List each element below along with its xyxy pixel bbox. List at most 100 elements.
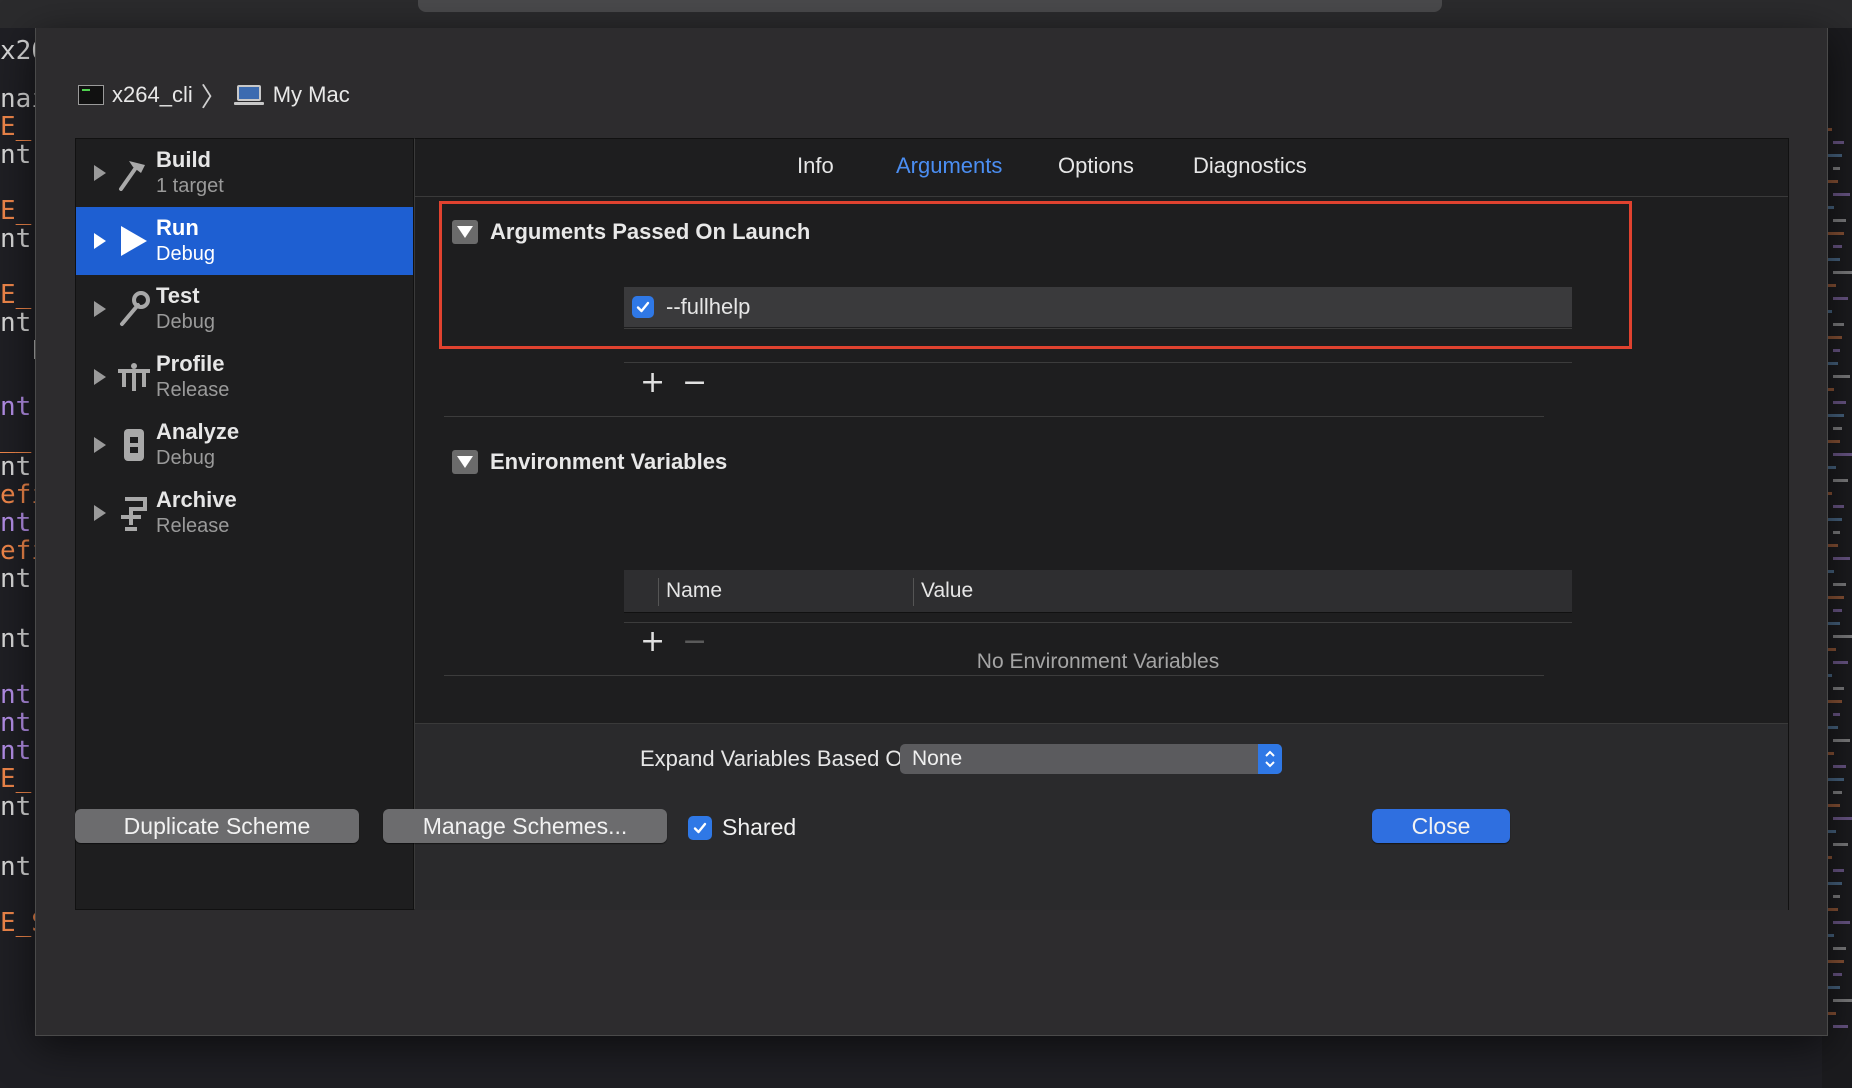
- minimap-tick: [1833, 869, 1844, 872]
- minimap-tick: [1833, 973, 1842, 976]
- shared-checkbox[interactable]: [688, 815, 712, 840]
- breadcrumb-scheme[interactable]: x264_cli: [112, 82, 193, 108]
- disclosure-triangle-icon[interactable]: [94, 505, 106, 521]
- minimap-tick: [1826, 804, 1840, 807]
- background-code-line: nt: [0, 736, 32, 766]
- action-run[interactable]: Run Debug: [76, 207, 413, 275]
- action-sub: Debug: [156, 447, 215, 469]
- breadcrumb-separator: 〉: [200, 81, 227, 112]
- column-header-value[interactable]: Value: [921, 579, 973, 603]
- hammer-icon: [116, 153, 152, 193]
- minimap-tick: [1833, 453, 1852, 456]
- empty-state-text: No Environment Variables: [976, 650, 1220, 673]
- divider: [444, 416, 1544, 417]
- environment-section-header[interactable]: Environment Variables: [452, 449, 727, 475]
- divider: [624, 622, 1572, 623]
- minimap-tick: [1833, 843, 1848, 846]
- remove-argument-button[interactable]: −: [682, 368, 707, 398]
- disclosure-triangle-icon[interactable]: [94, 301, 106, 317]
- background-code-line: nt: [0, 792, 32, 822]
- tab-options[interactable]: Options: [1058, 153, 1134, 179]
- table-header: Name Value: [624, 570, 1572, 613]
- minimap-tick: [1833, 349, 1840, 352]
- minimap-tick: [1833, 687, 1844, 690]
- action-name: Build: [156, 147, 211, 172]
- minimap-tick: [1833, 583, 1846, 586]
- action-name: Archive: [156, 487, 237, 512]
- select-value: None: [912, 747, 963, 770]
- argument-value[interactable]: --fullhelp: [666, 294, 750, 320]
- minimap-tick: [1826, 596, 1844, 599]
- minimap-tick: [1833, 1025, 1848, 1028]
- minimap-tick: [1833, 401, 1846, 404]
- background-code-line: nt: [0, 852, 32, 882]
- minimap-tick: [1833, 895, 1840, 898]
- minimap-tick: [1833, 193, 1850, 196]
- column-header-name[interactable]: Name: [666, 579, 722, 603]
- disclosure-triangle-icon[interactable]: [94, 233, 106, 249]
- minimap-tick: [1833, 297, 1848, 300]
- action-analyze[interactable]: Analyze Debug: [76, 411, 413, 479]
- background-code-line: nt: [0, 452, 32, 482]
- minimap-tick: [1833, 817, 1852, 820]
- minimap-tick: [1833, 635, 1852, 638]
- action-name: Profile: [156, 351, 225, 376]
- action-profile[interactable]: Profile Release: [76, 343, 413, 411]
- minimap-tick: [1826, 700, 1842, 703]
- action-sub: 1 target: [156, 175, 224, 197]
- action-build[interactable]: Build 1 target: [76, 139, 413, 207]
- background-code-line: E_: [0, 280, 32, 310]
- background-code-line: nt: [0, 308, 32, 338]
- minimap-tick: [1826, 986, 1840, 989]
- tab-diagnostics[interactable]: Diagnostics: [1193, 153, 1307, 179]
- action-name: Run: [156, 215, 199, 240]
- expand-variables-select[interactable]: None: [900, 744, 1282, 774]
- background-code-line: nt: [0, 564, 32, 594]
- argument-row[interactable]: --fullhelp: [624, 287, 1572, 327]
- close-button[interactable]: Close: [1372, 809, 1510, 843]
- add-variable-button[interactable]: +: [640, 627, 665, 657]
- breadcrumb-destination[interactable]: My Mac: [273, 82, 350, 108]
- section-title: Arguments Passed On Launch: [490, 219, 811, 244]
- tab-bar: Info Arguments Options Diagnostics: [415, 139, 1788, 197]
- minimap-tick: [1833, 323, 1844, 326]
- minimap-tick: [1833, 609, 1842, 612]
- updown-chevron-icon: [1258, 744, 1282, 774]
- minimap-tick: [1833, 999, 1852, 1002]
- disclosure-triangle-icon[interactable]: [452, 450, 478, 474]
- disclosure-triangle-icon[interactable]: [94, 165, 106, 181]
- minimap-tick: [1826, 882, 1842, 885]
- duplicate-scheme-button[interactable]: Duplicate Scheme: [75, 809, 359, 843]
- minimap-tick: [1826, 518, 1842, 521]
- analyze-icon: [116, 425, 152, 465]
- disclosure-triangle-icon[interactable]: [94, 369, 106, 385]
- arguments-section-header[interactable]: Arguments Passed On Launch: [452, 219, 810, 245]
- disclosure-triangle-icon[interactable]: [452, 220, 478, 244]
- divider: [624, 362, 1572, 363]
- background-code-line: E_: [0, 112, 32, 142]
- tab-arguments[interactable]: Arguments: [896, 153, 1002, 179]
- action-name: Analyze: [156, 419, 240, 444]
- expand-variables-label: Expand Variables Based On: [640, 746, 915, 771]
- background-code-line: nt: [0, 140, 32, 170]
- shared-checkbox-group[interactable]: Shared: [688, 814, 796, 841]
- background-code-line: nt: [0, 224, 32, 254]
- disclosure-triangle-icon[interactable]: [94, 437, 106, 453]
- column-separator: [913, 578, 914, 606]
- manage-schemes-button[interactable]: Manage Schemes...: [383, 809, 667, 843]
- background-code-line: E_: [0, 196, 32, 226]
- background-code-line: nt: [0, 680, 32, 710]
- action-archive[interactable]: Archive Release: [76, 479, 413, 547]
- action-sub: Debug: [156, 243, 215, 265]
- laptop-icon: [233, 85, 264, 105]
- remove-variable-button: −: [682, 624, 708, 659]
- action-test[interactable]: Test Debug: [76, 275, 413, 343]
- breadcrumb[interactable]: x264_cli 〉 My Mac: [78, 78, 350, 112]
- minimap-tick: [1833, 791, 1842, 794]
- tab-info[interactable]: Info: [797, 153, 834, 179]
- archive-icon: [116, 493, 152, 533]
- minimap-tick: [1833, 531, 1840, 534]
- argument-enabled-checkbox[interactable]: [632, 296, 654, 318]
- shared-label[interactable]: Shared: [722, 814, 796, 841]
- add-argument-button[interactable]: +: [640, 368, 665, 398]
